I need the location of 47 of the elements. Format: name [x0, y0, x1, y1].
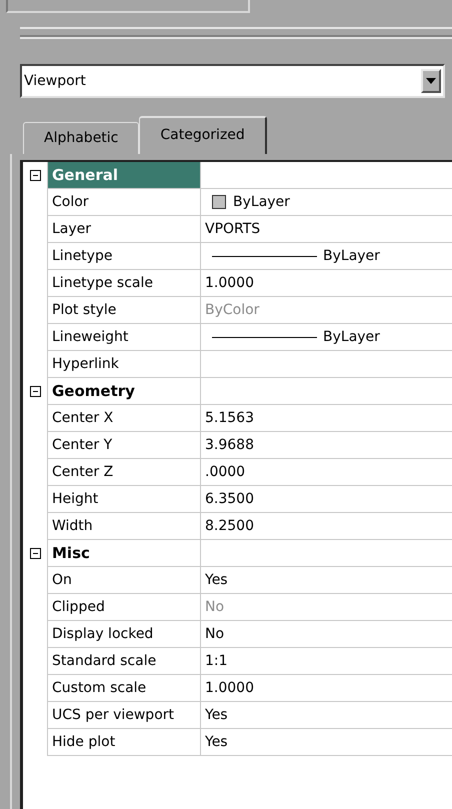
property-name[interactable]: Linetype scale	[47, 270, 201, 297]
property-name[interactable]: Height	[47, 486, 201, 513]
property-name[interactable]: Color	[47, 189, 201, 216]
grip-bar[interactable]	[20, 27, 452, 39]
property-name[interactable]: Center Z	[47, 459, 201, 486]
tab[interactable]: Categorized	[139, 116, 267, 154]
property-name[interactable]: Lineweight	[47, 324, 201, 351]
property-value[interactable]: 5.1563	[205, 410, 254, 426]
minus-icon[interactable]	[30, 386, 40, 397]
category-header[interactable]: General	[47, 162, 201, 189]
property-name[interactable]: Standard scale	[47, 648, 201, 675]
property-value[interactable]: ByLayer	[233, 194, 290, 210]
property-name[interactable]: Custom scale	[47, 675, 201, 702]
property-value[interactable]: No	[205, 626, 224, 642]
line-sample-icon	[212, 336, 317, 338]
category-header[interactable]: Misc	[47, 540, 201, 567]
property-name[interactable]: On	[47, 567, 201, 594]
property-value[interactable]: ByLayer	[323, 329, 380, 345]
property-name[interactable]: Center Y	[47, 432, 201, 459]
property-value: ByColor	[205, 302, 260, 318]
property-value[interactable]: 8.2500	[205, 518, 254, 534]
color-swatch-icon	[212, 195, 226, 209]
property-value[interactable]: ByLayer	[323, 248, 380, 264]
property-name[interactable]: Hide plot	[47, 729, 201, 756]
property-name[interactable]: Center X	[47, 405, 201, 432]
property-value[interactable]: 3.9688	[205, 437, 254, 453]
tab[interactable]: Alphabetic	[23, 122, 140, 154]
property-name[interactable]: Hyperlink	[47, 351, 201, 378]
property-value[interactable]: 1.0000	[205, 275, 254, 291]
property-name[interactable]: Layer	[47, 216, 201, 243]
property-value[interactable]: 6.3500	[205, 491, 254, 507]
property-value[interactable]: Yes	[205, 707, 228, 723]
property-value[interactable]: VPORTS	[205, 221, 260, 237]
property-name[interactable]: UCS per viewport	[47, 702, 201, 729]
property-name[interactable]: Width	[47, 513, 201, 540]
minus-icon[interactable]	[30, 170, 40, 181]
property-value: No	[205, 599, 224, 615]
property-value[interactable]: 1.0000	[205, 680, 254, 696]
property-value[interactable]: Yes	[205, 572, 228, 588]
property-value[interactable]: Yes	[205, 734, 228, 750]
property-name[interactable]: Linetype	[47, 243, 201, 270]
property-value[interactable]: 1:1	[205, 653, 228, 669]
category-header[interactable]: Geometry	[47, 378, 201, 405]
property-name[interactable]: Display locked	[47, 621, 201, 648]
object-dropdown[interactable]: Viewport	[20, 64, 445, 98]
property-value[interactable]: .0000	[205, 464, 246, 480]
minus-icon[interactable]	[30, 548, 40, 559]
